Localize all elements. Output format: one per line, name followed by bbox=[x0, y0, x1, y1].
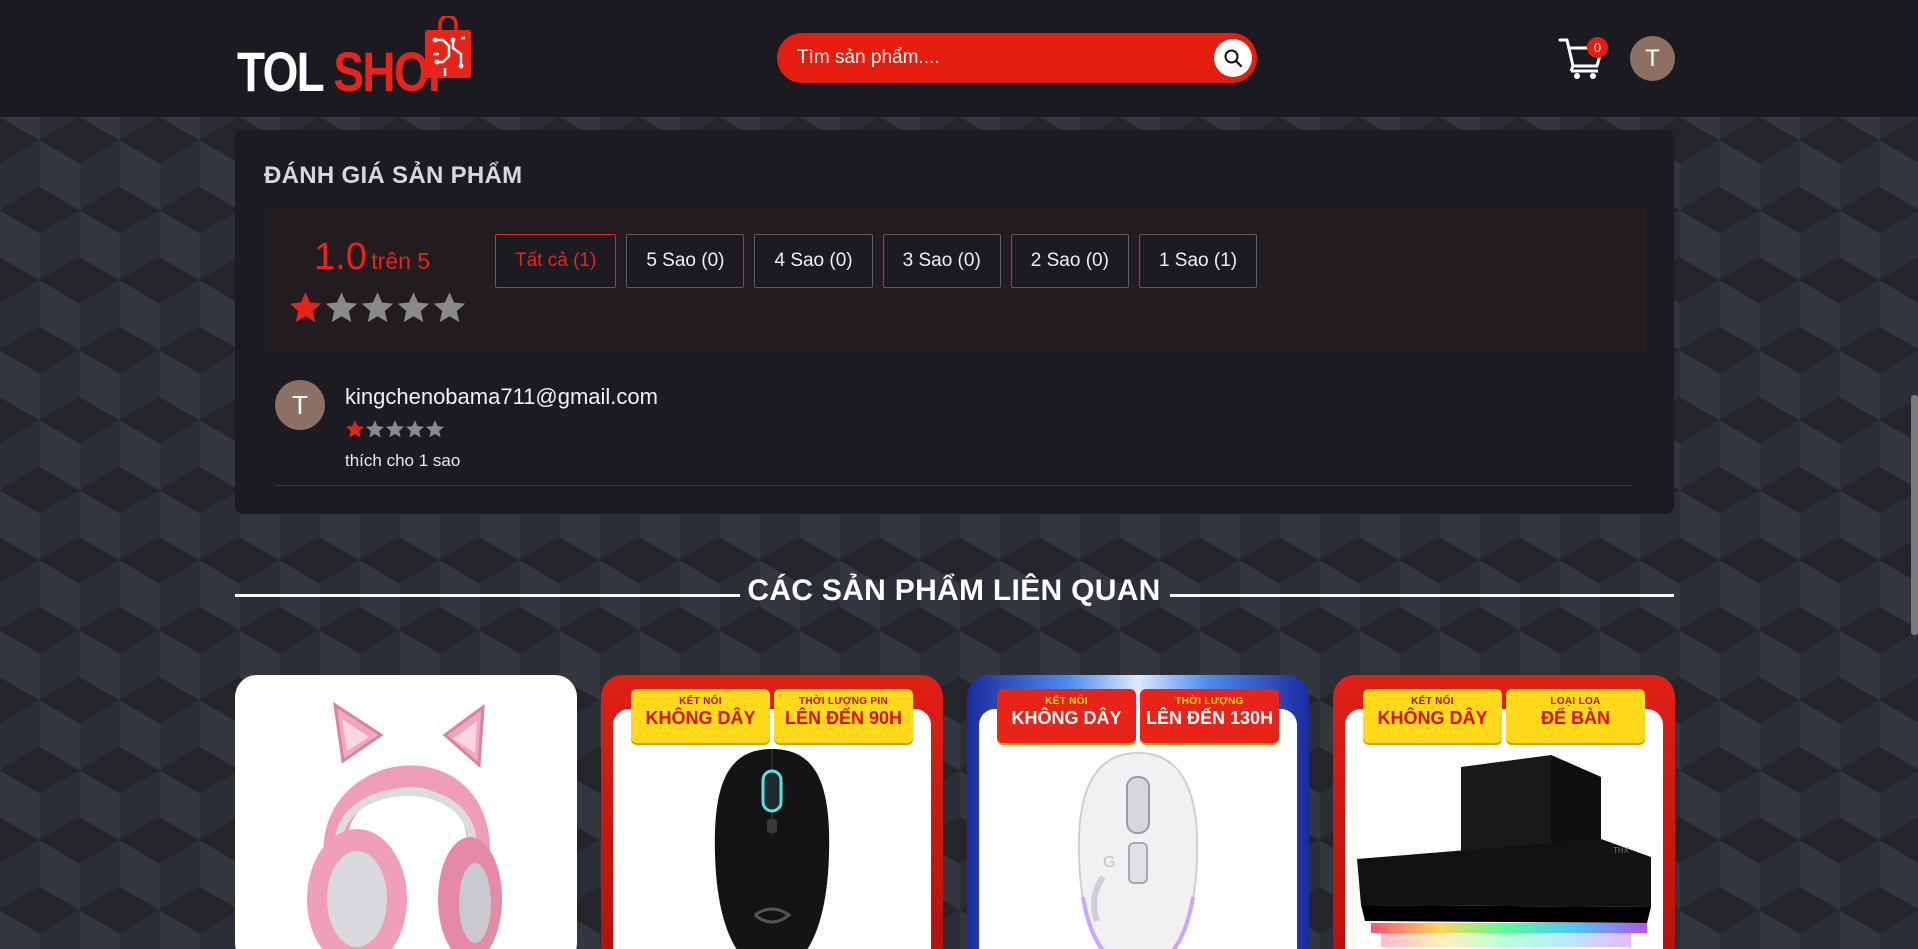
related-divider-left bbox=[235, 594, 740, 597]
rating-filter-button[interactable]: 4 Sao (0) bbox=[754, 234, 873, 288]
rating-filter-button[interactable]: Tất cả (1) bbox=[495, 234, 617, 288]
tag-value: KHÔNG DÂY bbox=[1377, 708, 1488, 728]
tag-value: ĐỂ BÀN bbox=[1540, 708, 1610, 728]
soundbar-image: THX bbox=[1357, 755, 1651, 947]
product-reviews-panel: ĐÁNH GIÁ SẢN PHẨM 1.0 trên 5 Tất cả (1) 5… bbox=[235, 130, 1674, 514]
reviewer-email: kingchenobama711@gmail.com bbox=[345, 384, 658, 409]
rating-filter-button[interactable]: 1 Sao (1) bbox=[1138, 234, 1258, 288]
star-empty-icon bbox=[433, 292, 466, 323]
star-empty-icon bbox=[366, 420, 384, 438]
reviews-title: ĐÁNH GIÁ SẢN PHẨM bbox=[264, 162, 523, 189]
product-tag: KẾT NỐI KHÔNG DÂY bbox=[1363, 689, 1502, 743]
shopping-bag-logo-icon bbox=[425, 16, 471, 78]
star-filled-icon bbox=[289, 292, 322, 323]
product-card[interactable]: KẾT NỐI KHÔNG DÂY THỜI LƯỢNG LÊN ĐẾN 130… bbox=[967, 675, 1309, 949]
product-tag: KẾT NỐI KHÔNG DÂY bbox=[997, 689, 1136, 743]
star-empty-icon bbox=[386, 420, 404, 438]
site-header: TOL SHOP 0 T bbox=[0, 0, 1918, 117]
user-avatar[interactable]: T bbox=[1630, 36, 1675, 81]
black-mouse-image bbox=[714, 749, 830, 949]
white-mouse-image: G bbox=[1077, 751, 1199, 949]
cart-count-badge: 0 bbox=[1587, 37, 1608, 58]
tag-caption: KẾT NỐI bbox=[1411, 696, 1454, 707]
tag-caption: LOẠI LOA bbox=[1550, 696, 1601, 707]
tag-caption: THỜI LƯỢNG PIN bbox=[799, 696, 888, 707]
pink-headset-image bbox=[307, 701, 502, 949]
site-logo[interactable]: TOL SHOP bbox=[237, 16, 505, 103]
product-tag: THỜI LƯỢNG PIN LÊN ĐẾN 90H bbox=[774, 689, 913, 743]
search-button[interactable] bbox=[1214, 39, 1252, 77]
star-filled-icon bbox=[346, 420, 364, 438]
average-rating: 1.0 trên 5 bbox=[314, 236, 430, 279]
related-divider-right bbox=[1170, 594, 1674, 597]
svg-text:THX: THX bbox=[1613, 846, 1630, 855]
tag-value: LÊN ĐẾN 130H bbox=[1145, 708, 1274, 728]
page-scrollbar[interactable] bbox=[1911, 395, 1918, 635]
tag-caption: THỜI LƯỢNG bbox=[1175, 696, 1244, 707]
product-tag: LOẠI LOA ĐỂ BÀN bbox=[1506, 689, 1645, 743]
average-rating-stars bbox=[288, 290, 467, 325]
star-empty-icon bbox=[426, 420, 444, 438]
product-card[interactable]: KẾT NỐI KHÔNG DÂY THỜI LƯỢNG PIN LÊN ĐẾN… bbox=[601, 675, 943, 949]
search-bar bbox=[777, 33, 1257, 83]
review-item: T kingchenobama711@gmail.com thích cho 1… bbox=[275, 378, 1633, 486]
average-rating-value: 1.0 bbox=[314, 236, 367, 278]
review-rating-stars bbox=[345, 419, 445, 439]
star-empty-icon bbox=[397, 292, 430, 323]
star-empty-icon bbox=[325, 292, 358, 323]
rating-filter-button[interactable]: 2 Sao (0) bbox=[1010, 234, 1129, 288]
reviewer-avatar: T bbox=[275, 380, 325, 430]
rating-filter-button[interactable]: 5 Sao (0) bbox=[626, 234, 745, 288]
star-empty-icon bbox=[361, 292, 394, 323]
related-products-title: CÁC SẢN PHẨM LIÊN QUAN bbox=[747, 574, 1161, 607]
tag-value: KHÔNG DÂY bbox=[1011, 708, 1122, 728]
review-text: thích cho 1 sao bbox=[345, 451, 461, 470]
tag-value: LÊN ĐẾN 90H bbox=[784, 708, 903, 728]
logo-text-tol: TOL bbox=[237, 40, 324, 103]
tag-caption: KẾT NỐI bbox=[679, 696, 722, 707]
tag-caption: KẾT NỐI bbox=[1045, 696, 1088, 707]
product-tags: KẾT NỐI KHÔNG DÂY THỜI LƯỢNG LÊN ĐẾN 130… bbox=[997, 689, 1279, 743]
product-card[interactable] bbox=[235, 675, 577, 949]
average-rating-suffix: trên 5 bbox=[371, 248, 431, 274]
product-tag: THỜI LƯỢNG LÊN ĐẾN 130H bbox=[1140, 689, 1279, 743]
product-tag: KẾT NỐI KHÔNG DÂY bbox=[631, 689, 770, 743]
svg-text:G: G bbox=[1103, 854, 1115, 871]
rating-summary: 1.0 trên 5 Tất cả (1) 5 Sao (0) 4 Sao (0) 3… bbox=[265, 209, 1645, 351]
product-tags: KẾT NỐI KHÔNG DÂY THỜI LƯỢNG PIN LÊN ĐẾN… bbox=[631, 689, 913, 743]
product-card[interactable]: KẾT NỐI KHÔNG DÂY LOẠI LOA ĐỂ BÀN THX bbox=[1333, 675, 1675, 949]
star-empty-icon bbox=[406, 420, 424, 438]
product-tags: KẾT NỐI KHÔNG DÂY LOẠI LOA ĐỂ BÀN bbox=[1363, 689, 1645, 743]
search-input[interactable] bbox=[797, 33, 1197, 83]
rating-filter-button[interactable]: 3 Sao (0) bbox=[882, 234, 1001, 288]
tag-value: KHÔNG DÂY bbox=[645, 708, 756, 728]
rating-filters: Tất cả (1) 5 Sao (0) 4 Sao (0) 3 Sao (0) 2 S… bbox=[495, 234, 1258, 288]
search-icon bbox=[1224, 49, 1243, 68]
